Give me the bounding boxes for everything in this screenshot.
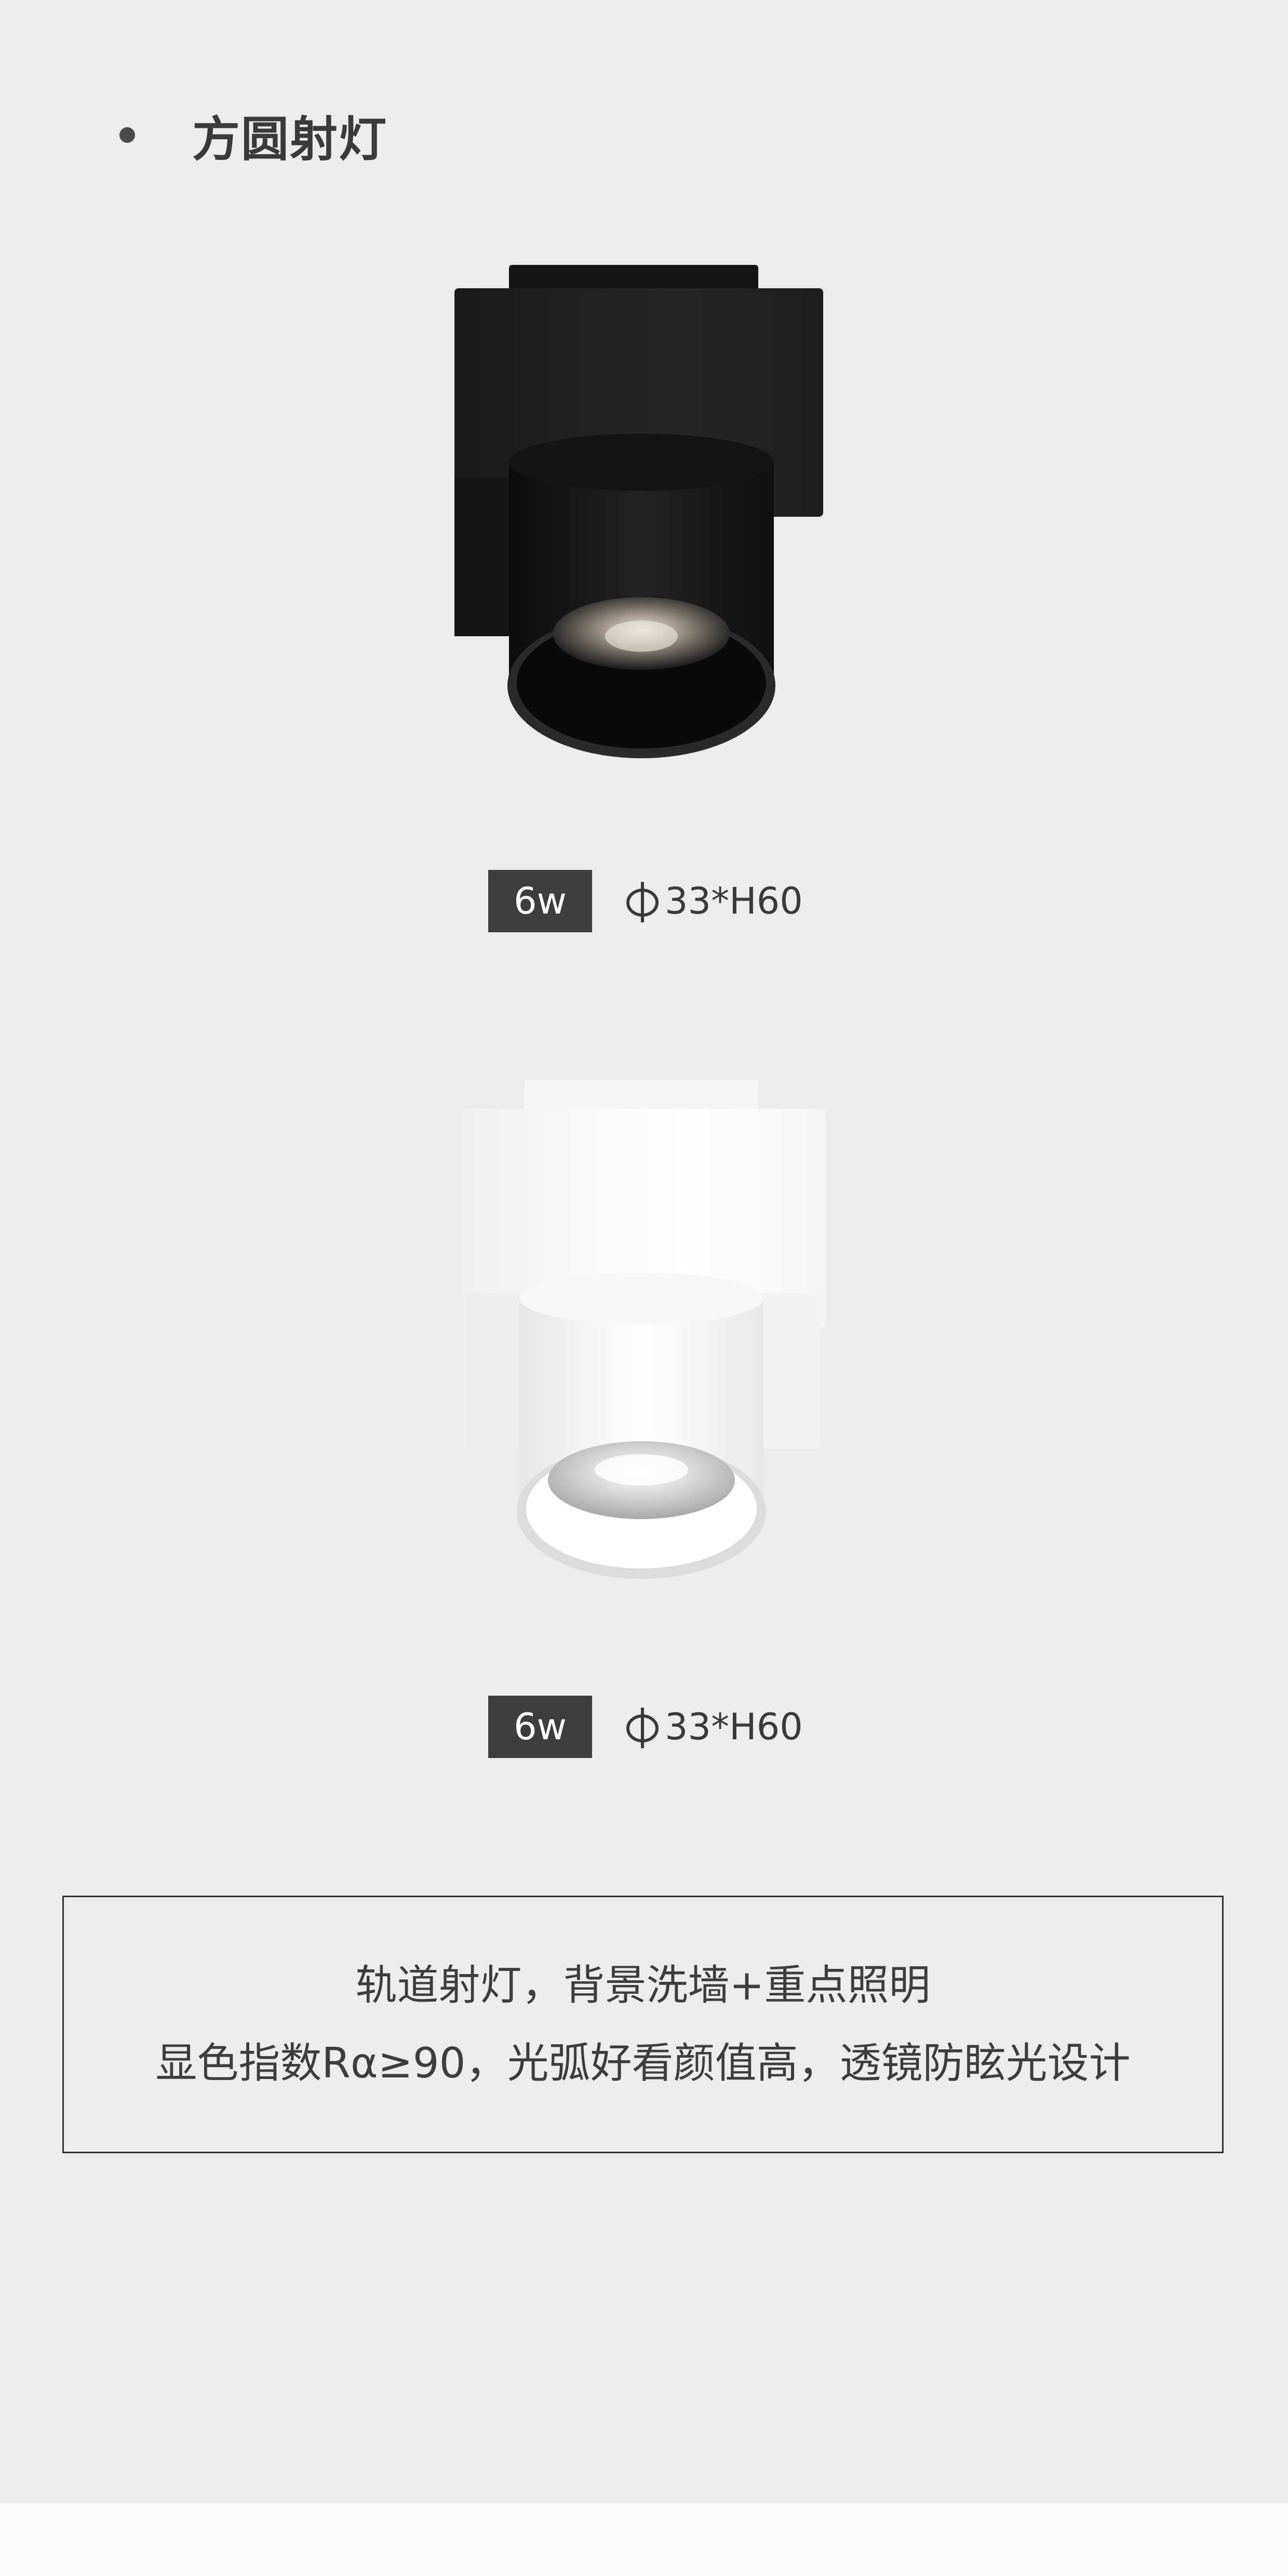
dimension-spec: 33*H60 xyxy=(624,878,803,924)
section-title: 方圆射灯 xyxy=(192,111,388,167)
spec-row-white: 6w 33*H60 xyxy=(488,1696,803,1758)
spec-row-black: 6w 33*H60 xyxy=(488,870,803,932)
feature-line-2: 显色指数Rα≥90，光弧好看颜值高，透镜防眩光设计 xyxy=(155,2039,1131,2087)
product-detail-page: 方圆射灯 6w 33*H60 6w 33*H60 轨道射灯，背景洗墙+重点照明 … xyxy=(0,0,1288,2576)
bullet-dot-icon xyxy=(119,127,135,143)
dimension-text: 33*H60 xyxy=(665,880,803,922)
wattage-badge: 6w xyxy=(488,1696,592,1758)
wattage-badge: 6w xyxy=(488,870,592,932)
dimension-spec: 33*H60 xyxy=(624,1703,803,1750)
feature-description-box: 轨道射灯，背景洗墙+重点照明 显色指数Rα≥90，光弧好看颜值高，透镜防眩光设计 xyxy=(62,1896,1224,2153)
bottom-strip xyxy=(0,2503,1288,2576)
white-spotlight-image xyxy=(447,1075,841,1594)
diameter-phi-icon xyxy=(626,882,659,922)
feature-line-1: 轨道射灯，背景洗墙+重点照明 xyxy=(355,1961,931,2009)
diameter-phi-icon xyxy=(626,1708,659,1748)
section-header: 方圆射灯 xyxy=(119,104,387,167)
black-spotlight-image xyxy=(447,260,841,779)
dimension-text: 33*H60 xyxy=(665,1706,803,1748)
